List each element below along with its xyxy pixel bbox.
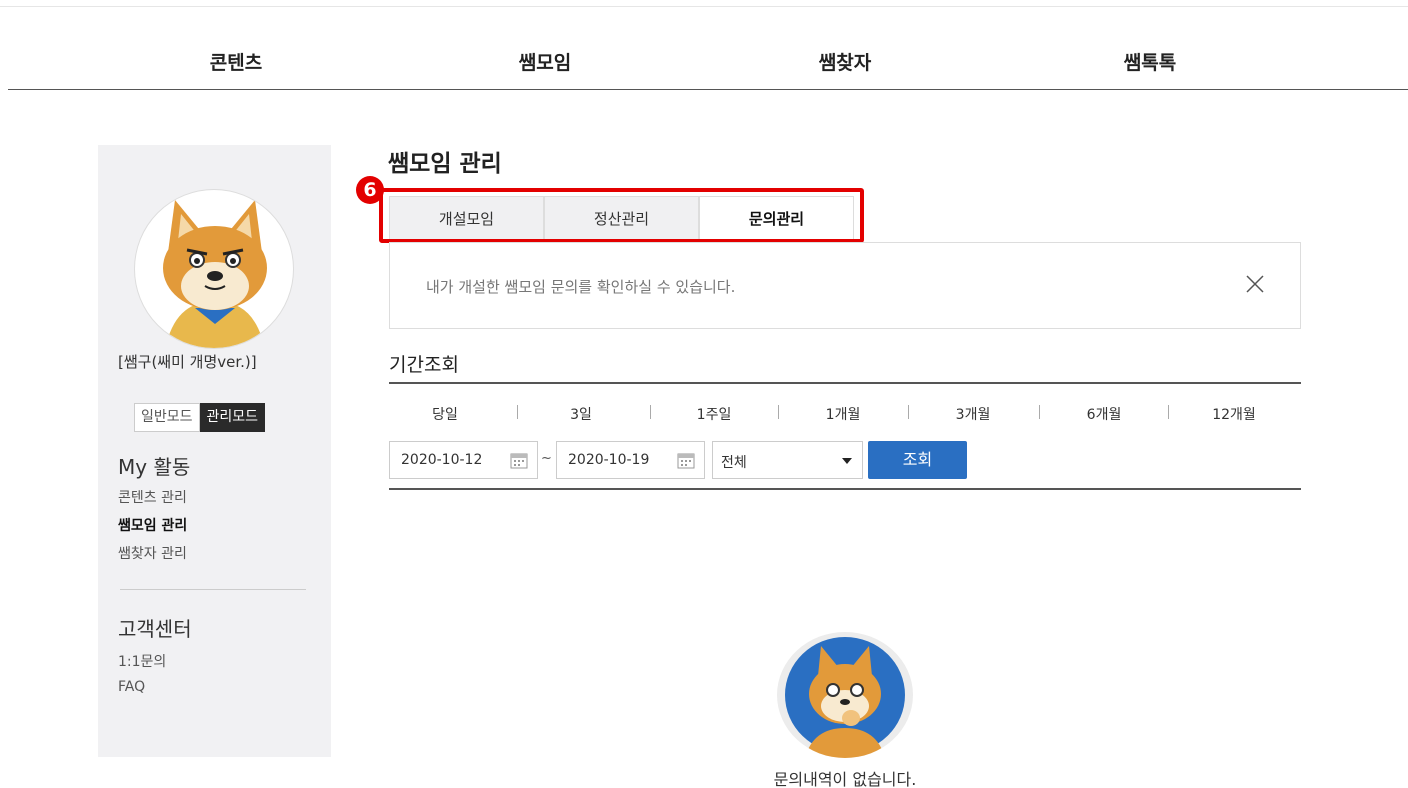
range-separator <box>517 405 518 419</box>
my-activity-heading: My 활동 <box>118 455 191 479</box>
close-icon[interactable] <box>1244 273 1266 295</box>
range-separator <box>650 405 651 419</box>
range-12months[interactable]: 12개월 <box>1212 404 1256 424</box>
empty-state-image <box>777 632 913 758</box>
date-from-value: 2020-10-12 <box>401 452 483 468</box>
tab-bar: 개설모임 정산관리 문의관리 <box>389 196 854 240</box>
sidebar-item-faq[interactable]: FAQ <box>118 679 145 695</box>
sidebar-item-moim-manage[interactable]: 쌤모임 관리 <box>118 515 187 535</box>
search-button[interactable]: 조회 <box>868 441 967 479</box>
range-filter: 당일 3일 1주일 1개월 3개월 6개월 12개월 <box>389 404 1301 426</box>
sidebar-item-inquiry[interactable]: 1:1문의 <box>118 651 166 671</box>
range-1week[interactable]: 1주일 <box>697 404 732 424</box>
page-title: 쌤모임 관리 <box>388 151 502 177</box>
nav-ssaem-toktok[interactable]: 쌤톡톡 <box>1124 48 1176 75</box>
nav-contents[interactable]: 콘텐츠 <box>210 48 262 75</box>
top-divider <box>0 6 1408 7</box>
period-heading: 기간조회 <box>389 354 459 376</box>
date-to-value: 2020-10-19 <box>568 452 650 468</box>
range-3days[interactable]: 3일 <box>570 404 592 424</box>
range-separator <box>1168 405 1169 419</box>
date-to-input[interactable]: 2020-10-19 <box>556 441 705 479</box>
admin-mode-button[interactable]: 관리모드 <box>199 403 266 432</box>
range-separator <box>1039 405 1040 419</box>
avatar <box>134 189 294 349</box>
date-from-input[interactable]: 2020-10-12 <box>389 441 538 479</box>
period-divider-top <box>389 382 1301 384</box>
mascot-dog-icon <box>163 200 267 348</box>
step-badge: 6 <box>356 176 384 204</box>
calendar-icon[interactable] <box>509 450 529 470</box>
date-range-tilde: ~ <box>541 451 552 466</box>
chevron-down-icon <box>842 458 852 464</box>
range-6months[interactable]: 6개월 <box>1087 404 1122 424</box>
period-divider-bottom <box>389 488 1301 490</box>
range-today[interactable]: 당일 <box>432 404 458 424</box>
normal-mode-button[interactable]: 일반모드 <box>134 403 200 432</box>
sidebar-divider <box>120 589 306 590</box>
notice-box: 내가 개설한 쌤모임 문의를 확인하실 수 있습니다. <box>389 242 1301 329</box>
status-select-value: 전체 <box>721 455 747 471</box>
range-1month[interactable]: 1개월 <box>826 404 861 424</box>
notice-text: 내가 개설한 쌤모임 문의를 확인하실 수 있습니다. <box>426 278 736 296</box>
status-select[interactable]: 전체 <box>712 441 863 479</box>
empty-state-message: 문의내역이 없습니다. <box>773 770 917 788</box>
range-3months[interactable]: 3개월 <box>956 404 991 424</box>
range-separator <box>908 405 909 419</box>
global-nav: 콘텐츠 쌤모임 쌤찾자 쌤톡톡 <box>8 30 1408 90</box>
sidebar-item-contents-manage[interactable]: 콘텐츠 관리 <box>118 487 187 507</box>
mascot-worried-icon <box>785 637 905 758</box>
tab-opened-moim[interactable]: 개설모임 <box>389 196 544 240</box>
sidebar-item-chatja-manage[interactable]: 쌤찾자 관리 <box>118 543 187 563</box>
range-separator <box>778 405 779 419</box>
nav-ssaem-chatja[interactable]: 쌤찾자 <box>819 48 871 75</box>
calendar-icon[interactable] <box>676 450 696 470</box>
customer-center-heading: 고객센터 <box>118 617 192 641</box>
tab-settlement[interactable]: 정산관리 <box>544 196 699 240</box>
nickname: [쌤구(쌔미 개명ver.)] <box>118 353 257 371</box>
sidebar: [쌤구(쌔미 개명ver.)] 일반모드 관리모드 My 활동 콘텐츠 관리 쌤… <box>98 145 331 757</box>
mode-toggle: 일반모드 관리모드 <box>134 403 266 432</box>
tab-inquiry-manage[interactable]: 문의관리 <box>699 196 854 240</box>
nav-ssaem-moim[interactable]: 쌤모임 <box>519 48 571 75</box>
